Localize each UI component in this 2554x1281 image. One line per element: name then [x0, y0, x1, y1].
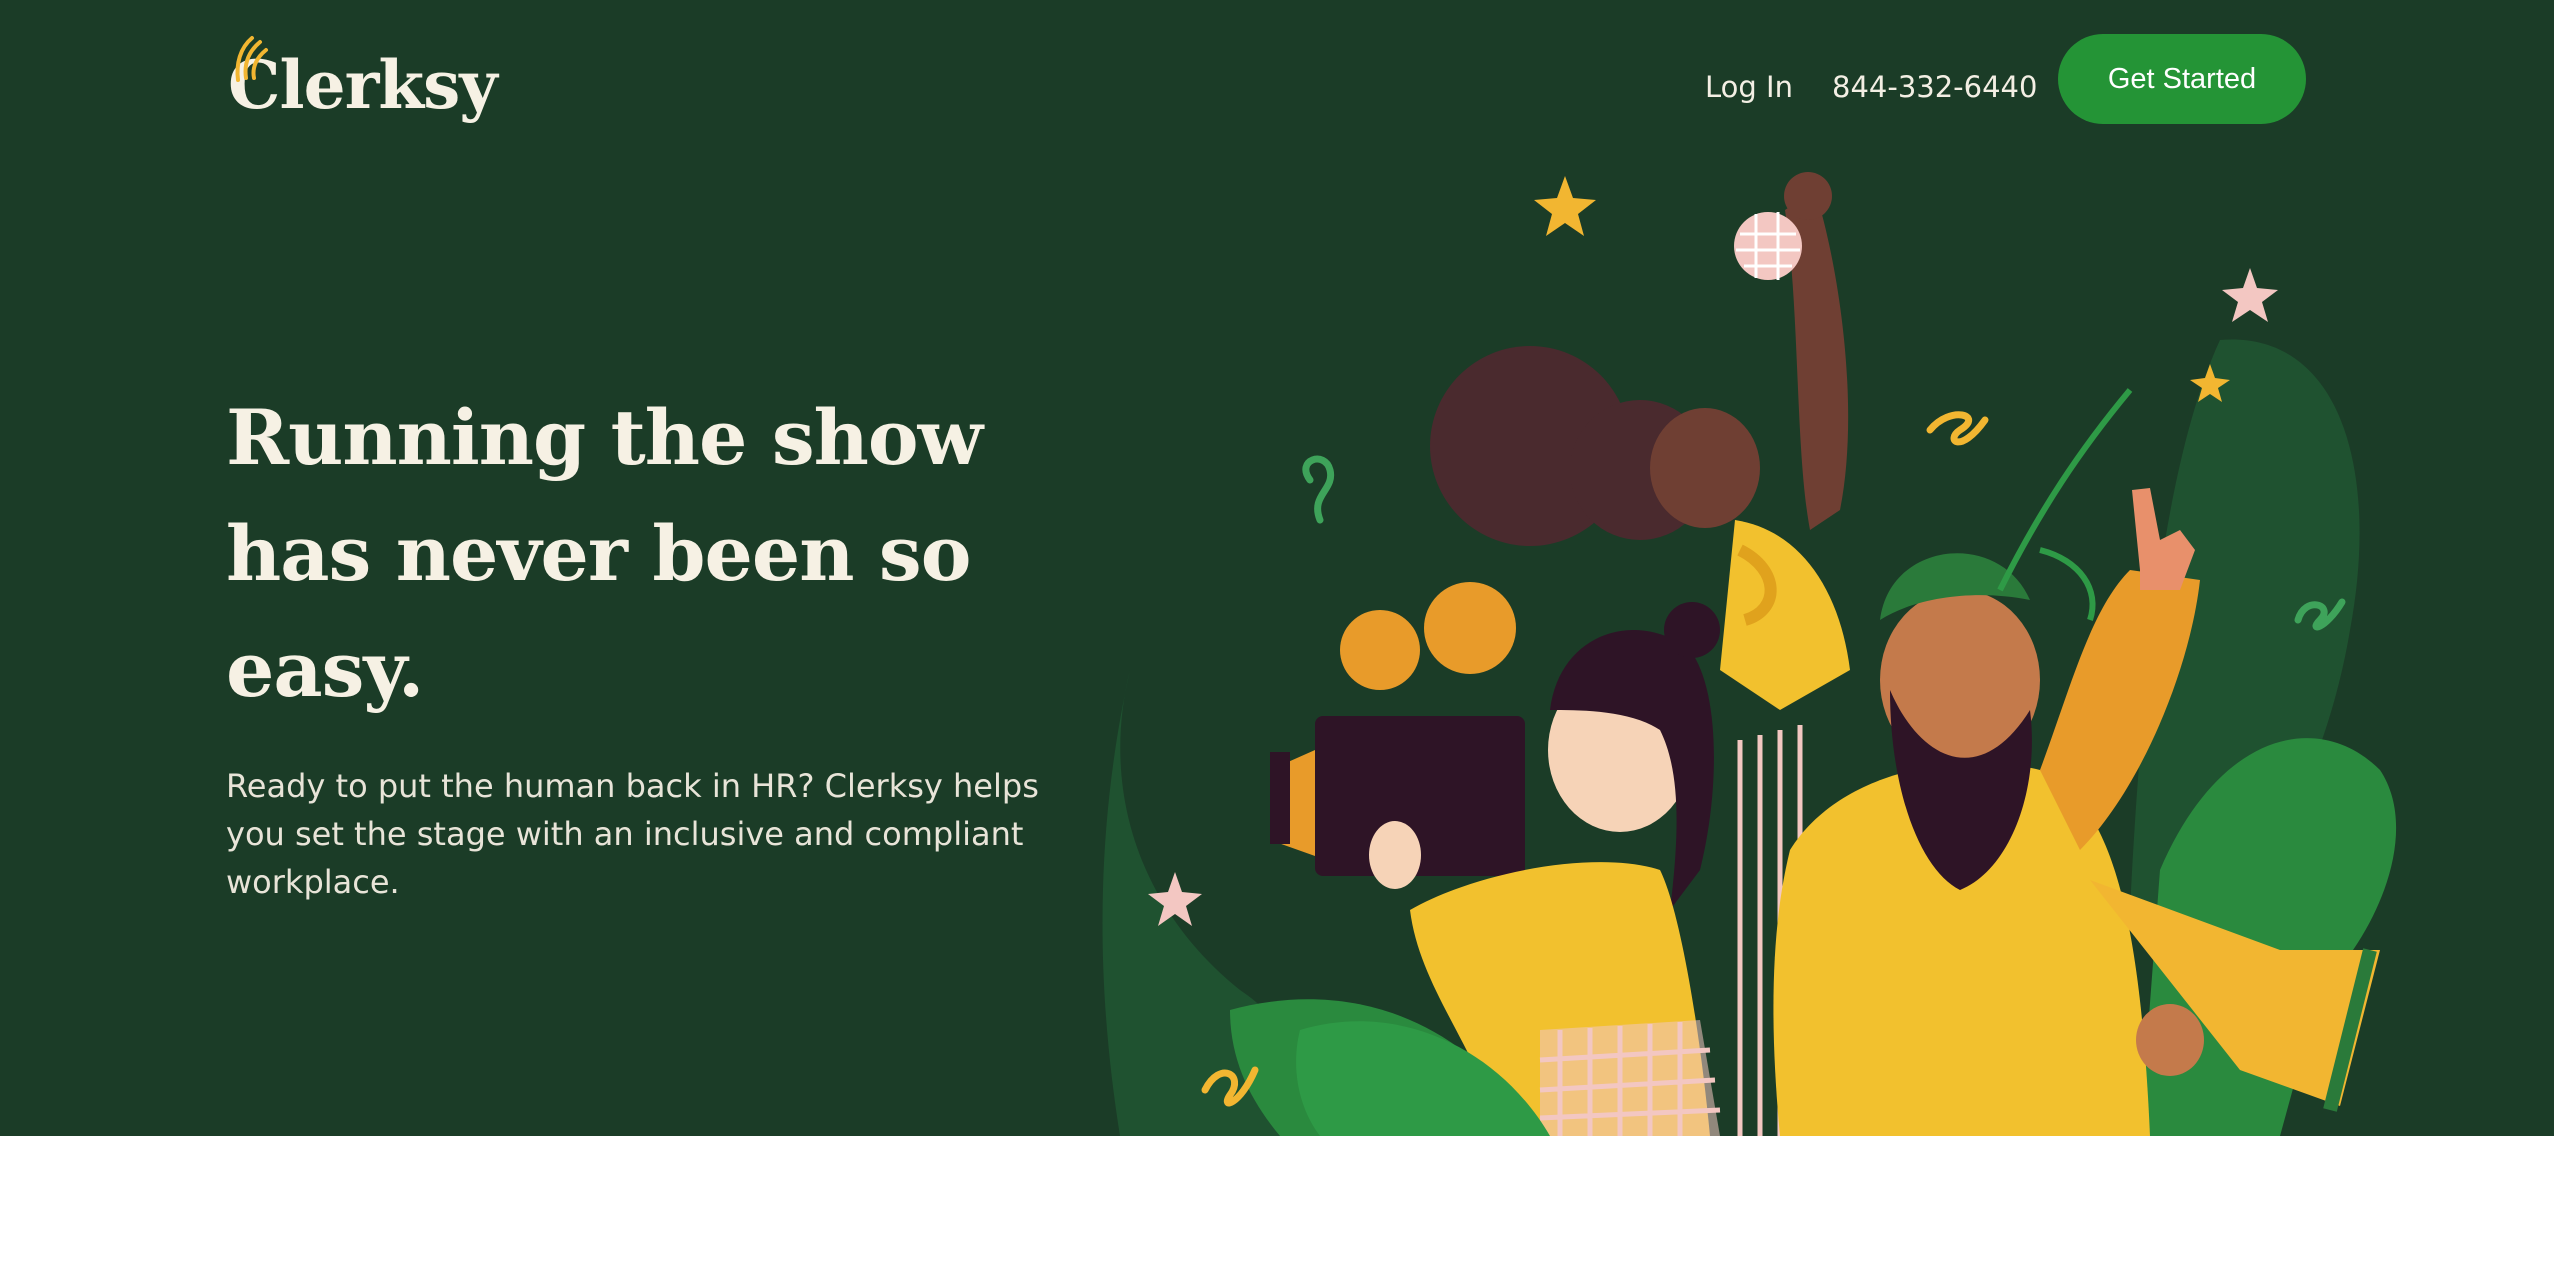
star-icon: [2222, 268, 2278, 322]
hero-headline: Running the show has never been so easy.: [226, 393, 983, 714]
squiggle-icon: [1926, 411, 1989, 446]
get-started-button[interactable]: Get Started: [2058, 34, 2306, 124]
star-icon: [1534, 176, 1596, 236]
logo-rays-icon: [235, 36, 268, 82]
film-crew-illustration: [1102, 172, 2397, 1136]
squiggle-icon: [1302, 455, 1335, 524]
site-header: Clerksy Log In 844-332-6440 Get Started: [0, 0, 2554, 160]
login-link[interactable]: Log In: [1705, 70, 1793, 104]
film-reel-icon: [1340, 610, 1420, 690]
film-reel-icon: [1424, 582, 1516, 674]
hand: [1369, 821, 1421, 889]
face: [1650, 408, 1760, 528]
disco-ball-icon: [1734, 212, 1802, 280]
brand-logo[interactable]: Clerksy: [228, 30, 528, 140]
hero-subtext: Ready to put the human back in HR? Clerk…: [226, 767, 1039, 901]
raised-fist: [1784, 172, 1832, 220]
yellow-top: [1720, 520, 1850, 710]
hand: [2136, 1004, 2204, 1076]
leaf-stem: [2039, 547, 2096, 621]
phone-link[interactable]: 844-332-6440: [1832, 70, 2037, 104]
hero-section: Clerksy Log In 844-332-6440 Get Started …: [0, 0, 2554, 1136]
